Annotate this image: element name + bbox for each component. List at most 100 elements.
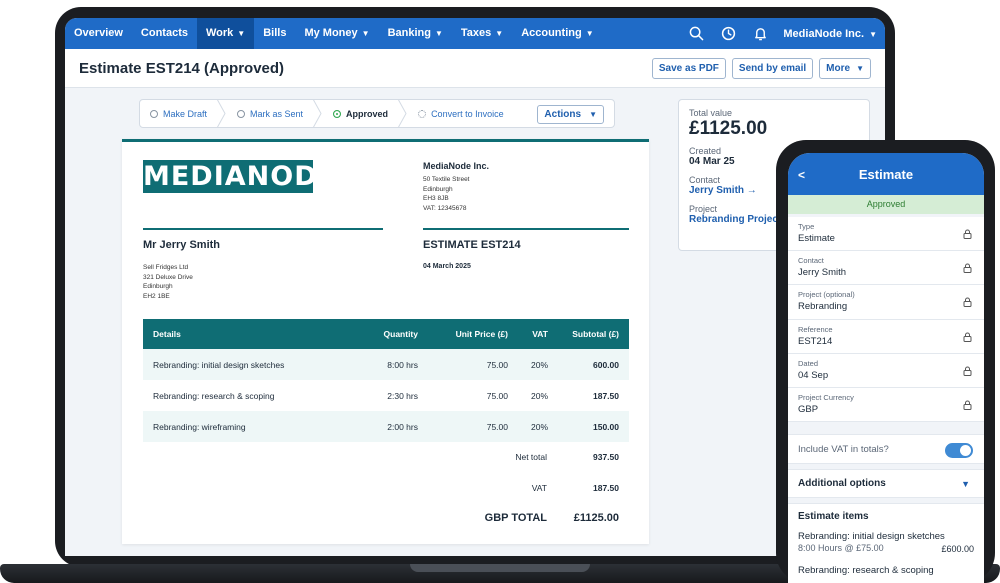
more-label: More <box>826 63 851 74</box>
nav-label: Bills <box>263 27 287 39</box>
step-convert-to-invoice[interactable]: Convert to Invoice <box>408 99 504 128</box>
phone-header: < Estimate <box>788 153 984 195</box>
check-circle-icon <box>333 109 342 118</box>
title-bar: Estimate EST214 (Approved) Save as PDF S… <box>65 49 885 88</box>
actions-button[interactable]: Actions ▼ <box>537 105 604 124</box>
cell-unit-price: 75.00 <box>486 390 508 401</box>
cell-quantity: 2:00 hrs <box>353 411 428 442</box>
cell-details: Rebranding: initial design sketches <box>143 349 353 380</box>
nav-contacts[interactable]: Contacts <box>132 18 197 49</box>
nav-label: Contacts <box>140 27 188 39</box>
chevron-down-icon: ▼ <box>361 29 370 38</box>
cell-subtotal: 187.50 <box>593 390 619 401</box>
nav-banking[interactable]: Banking ▼ <box>379 18 452 49</box>
step-label: Make Draft <box>163 108 208 119</box>
grand-total-label: GBP TOTAL <box>484 512 547 524</box>
list-item[interactable]: Rebranding: initial design sketches 8:00… <box>798 531 974 554</box>
lock-icon <box>963 366 972 376</box>
address-line: 50 Textile Street <box>423 176 470 183</box>
address-line: Edinburgh <box>423 185 453 193</box>
address-line: Sell Fridges Ltd <box>143 264 189 271</box>
field-value: Estimate <box>798 233 835 244</box>
vat-toggle[interactable] <box>945 443 973 458</box>
field-value: Jerry Smith <box>798 267 847 279</box>
field-project[interactable]: Project (optional) Rebranding <box>788 285 984 320</box>
nav-label: Work <box>205 27 234 39</box>
vat-total-row: VAT 187.50 <box>143 473 629 504</box>
step-mark-as-sent[interactable]: Mark as Sent <box>227 99 303 128</box>
table-header-row: Details Quantity Unit Price (£) VAT Subt… <box>143 319 629 349</box>
company-logo: MEDIANODE <box>143 160 338 193</box>
address-line: EH3 8JB <box>423 195 449 202</box>
field-value: 04 Sep <box>798 369 829 381</box>
nav-right-group: MediaNode Inc. ▼ <box>687 18 877 49</box>
step-separator-icon <box>216 99 226 128</box>
list-item[interactable]: Rebranding: research & scoping <box>798 565 974 576</box>
field-reference[interactable]: Reference EST214 <box>788 320 984 354</box>
bell-icon[interactable] <box>751 25 769 43</box>
nav-label: My Money <box>304 27 358 39</box>
nav-label: Taxes <box>460 27 492 39</box>
step-label: Mark as Sent <box>250 108 304 119</box>
step-approved[interactable]: Approved <box>323 99 388 128</box>
vat-total-label: VAT <box>531 483 547 493</box>
laptop-screen: Overview Contacts Work ▼ Bills My Money ▼ … <box>65 18 885 556</box>
lock-icon <box>963 229 972 239</box>
nav-overview[interactable]: Overview <box>65 18 132 49</box>
field-label: Dated <box>798 358 819 368</box>
address-line: 321 Deluxe Drive <box>143 273 193 281</box>
column-header: Unit Price (£) <box>428 319 518 349</box>
nav-accounting[interactable]: Accounting ▼ <box>512 18 602 49</box>
grand-total-value: £1125.00 <box>573 512 619 524</box>
chevron-down-icon: ▼ <box>856 64 864 73</box>
vat-total-value: 187.50 <box>593 483 619 493</box>
step-make-draft[interactable]: Make Draft <box>140 99 207 128</box>
phone-screen: < Estimate Approved Type Estimate Contac… <box>788 153 984 583</box>
lock-icon <box>963 297 972 308</box>
chevron-down-icon: ▼ <box>869 29 877 39</box>
company-switcher[interactable]: MediaNode Inc. ▼ <box>783 28 877 40</box>
cell-vat: 20% <box>518 411 558 442</box>
field-dated[interactable]: Dated 04 Sep <box>788 354 984 388</box>
nav-work[interactable]: Work ▼ <box>196 18 255 49</box>
table-row: Rebranding: wireframing 2:00 hrs 75.00 2… <box>143 411 629 442</box>
total-value: £1125.00 <box>689 118 768 139</box>
field-label: Project Currency <box>798 392 854 402</box>
nav-my-money[interactable]: My Money ▼ <box>295 18 378 49</box>
total-value-label: Total value <box>689 108 733 118</box>
step-separator-icon <box>312 99 322 128</box>
field-type[interactable]: Type Estimate <box>788 217 984 252</box>
field-value: GBP <box>798 403 819 415</box>
save-as-pdf-button[interactable]: Save as PDF <box>651 58 726 79</box>
search-icon[interactable] <box>687 25 705 43</box>
table-row: Rebranding: research & scoping 2:30 hrs … <box>143 380 629 411</box>
device-mockup: Overview Contacts Work ▼ Bills My Money ▼ … <box>0 0 1000 583</box>
vat-toggle-label: Include VAT in totals? <box>798 444 889 455</box>
step-label: Convert to Invoice <box>431 108 504 119</box>
phone-field-list: Type Estimate Contact Jerry Smith Projec… <box>788 217 984 423</box>
cell-vat: 20% <box>518 349 558 380</box>
net-total-row: Net total 937.50 <box>143 442 629 473</box>
cell-details: Rebranding: wireframing <box>143 411 353 442</box>
nav-bills[interactable]: Bills <box>254 18 295 49</box>
chevron-down-icon: ▼ <box>434 29 443 38</box>
more-button[interactable]: More ▼ <box>819 58 871 79</box>
send-by-email-button[interactable]: Send by email <box>731 58 814 79</box>
vat-number: VAT: 12345678 <box>423 204 467 212</box>
field-currency[interactable]: Project Currency GBP <box>788 388 984 423</box>
timer-icon[interactable] <box>719 25 737 43</box>
nav-label: Overview <box>74 27 123 39</box>
grand-total-row: GBP TOTAL £1125.00 <box>143 504 629 535</box>
cell-unit-price: 75.00 <box>428 349 518 380</box>
column-header: VAT <box>518 319 558 349</box>
step-dot-icon <box>150 109 158 118</box>
estimate-items-title: Estimate items <box>798 511 869 522</box>
field-contact[interactable]: Contact Jerry Smith <box>788 251 984 286</box>
table-row: Rebranding: initial design sketches 8:00… <box>143 349 629 380</box>
nav-taxes[interactable]: Taxes ▼ <box>452 18 512 49</box>
additional-options-label: Additional options <box>798 478 886 489</box>
field-label: Type <box>798 222 815 231</box>
status-badge: Approved <box>788 195 984 214</box>
divider <box>423 228 629 230</box>
additional-options-row[interactable]: Additional options ▼ <box>788 469 984 498</box>
